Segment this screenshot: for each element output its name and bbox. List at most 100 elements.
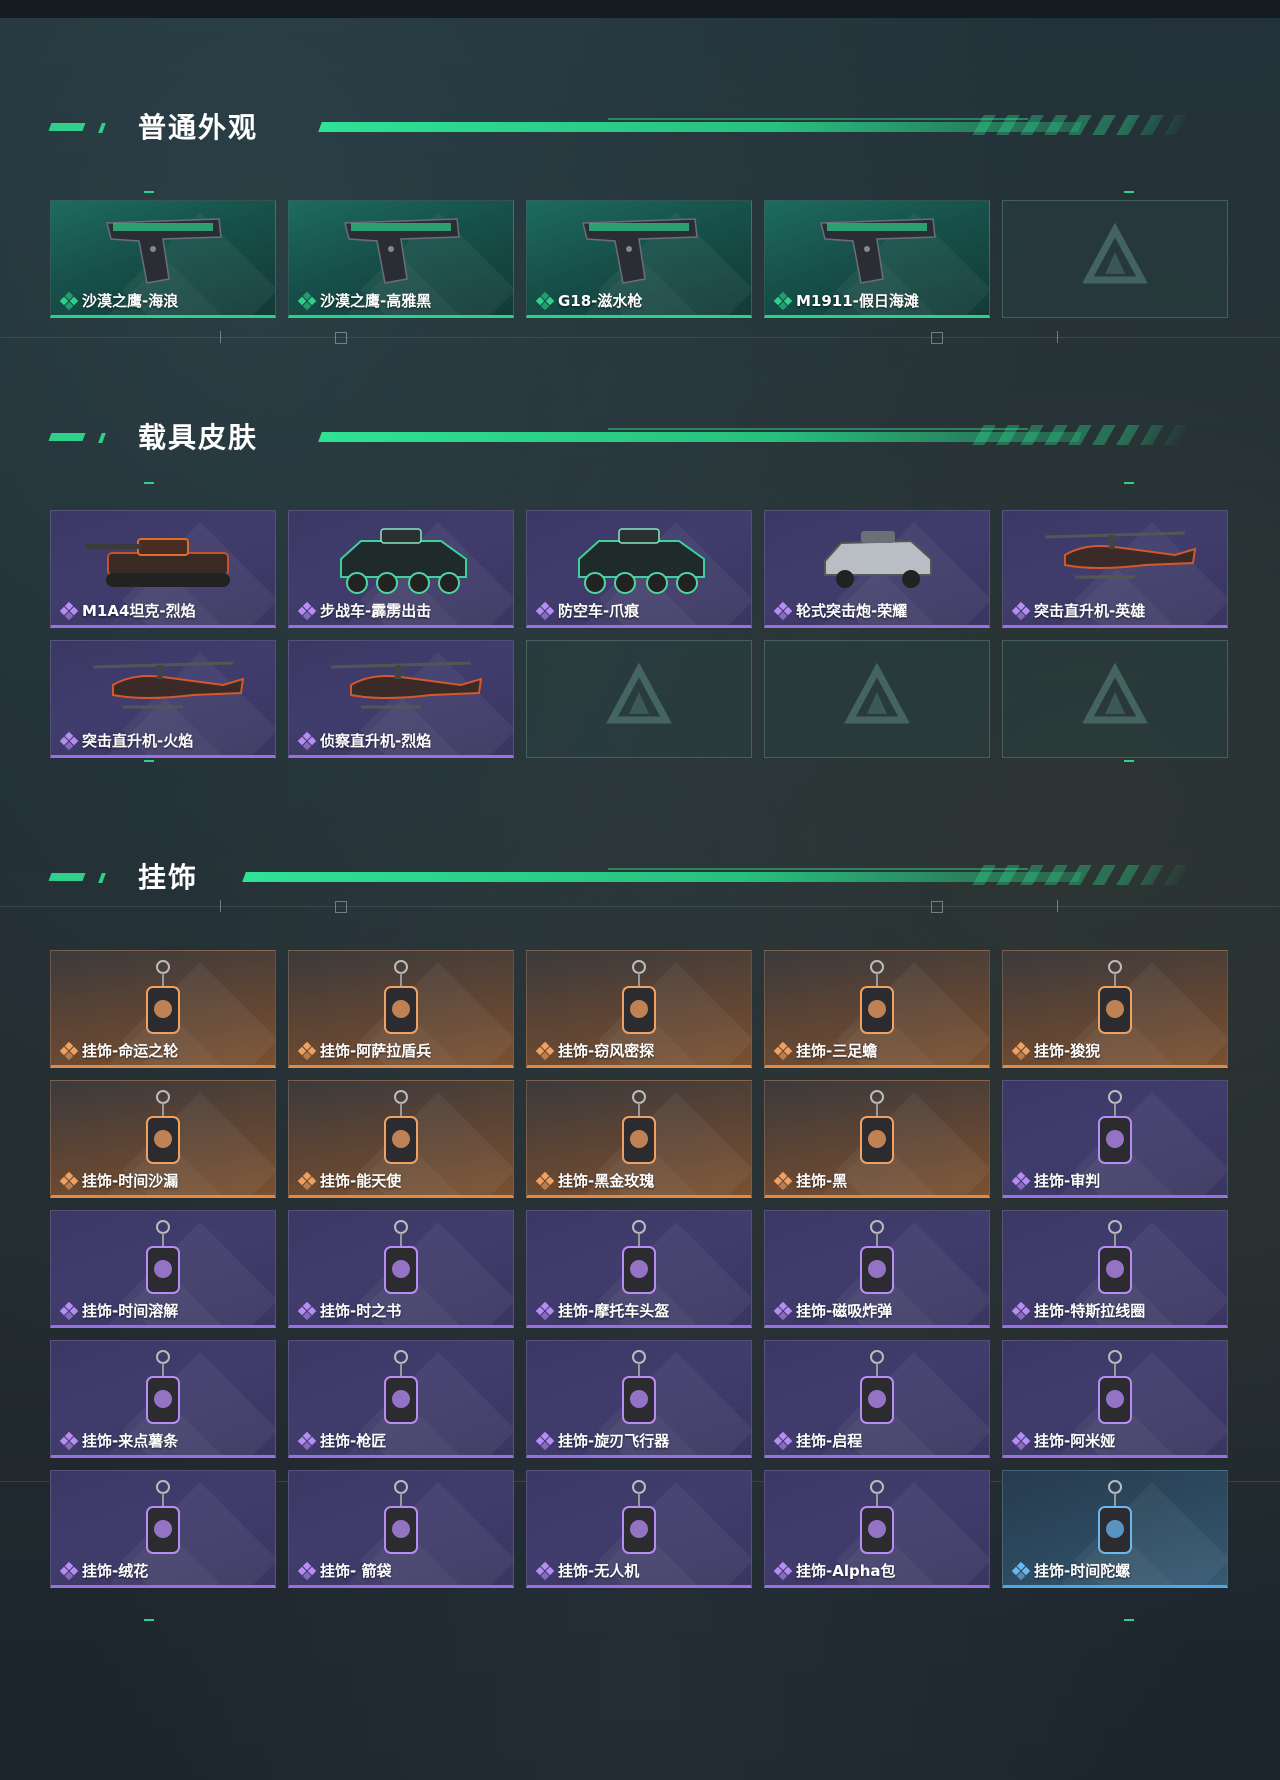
- item-card[interactable]: 挂饰- 箭袋: [288, 1470, 514, 1588]
- rarity-diamond-icon: [535, 1041, 555, 1060]
- item-card[interactable]: M1A4坦克-烈焰: [50, 510, 276, 628]
- item-card[interactable]: 沙漠之鹰-海浪: [50, 200, 276, 318]
- item-label-row: M1911-假日海滩: [773, 290, 919, 311]
- item-card[interactable]: 挂饰-黑: [764, 1080, 990, 1198]
- item-card[interactable]: 挂饰-摩托车头盔: [526, 1210, 752, 1328]
- item-label-row: 挂饰-时间溶解: [59, 1300, 178, 1321]
- item-name: 挂饰-黑金玫瑰: [558, 1172, 655, 1190]
- item-label-row: 挂饰-绒花: [59, 1560, 148, 1581]
- header-accent-bar: [98, 123, 106, 133]
- rarity-diamond-icon: [773, 1431, 793, 1450]
- corner-dash: [1124, 482, 1134, 484]
- divider-tick: [1057, 900, 1058, 912]
- item-card[interactable]: 挂饰-时之书: [288, 1210, 514, 1328]
- rarity-diamond-icon: [297, 731, 317, 750]
- item-card[interactable]: 挂饰-狻猊: [1002, 950, 1228, 1068]
- item-card[interactable]: 挂饰-能天使: [288, 1080, 514, 1198]
- item-card[interactable]: 轮式突击炮-荣耀: [764, 510, 990, 628]
- pistol-icon: [807, 209, 947, 293]
- charm-icon: [609, 1219, 669, 1309]
- item-card[interactable]: 突击直升机-英雄: [1002, 510, 1228, 628]
- item-label-row: 步战车-霹雳出击: [297, 600, 431, 621]
- empty-slot: [1002, 640, 1228, 758]
- item-card[interactable]: 挂饰-窃风密探: [526, 950, 752, 1068]
- rarity-diamond-icon: [535, 1301, 555, 1320]
- section-header-normal-skins: 普通外观: [48, 108, 1208, 148]
- item-card[interactable]: 突击直升机-火焰: [50, 640, 276, 758]
- item-card[interactable]: 挂饰-三足蟾: [764, 950, 990, 1068]
- corner-dash: [144, 1619, 154, 1621]
- pistol-icon: [93, 209, 233, 293]
- top-strip: [0, 0, 1280, 18]
- corner-dash: [144, 482, 154, 484]
- header-line: [318, 432, 1082, 442]
- divider-tick: [220, 900, 221, 912]
- item-card[interactable]: 挂饰-启程: [764, 1340, 990, 1458]
- item-card[interactable]: 防空车-爪痕: [526, 510, 752, 628]
- item-card[interactable]: 侦察直升机-烈焰: [288, 640, 514, 758]
- divider-box: [931, 332, 943, 344]
- item-card[interactable]: G18-滋水枪: [526, 200, 752, 318]
- item-card[interactable]: 挂饰-命运之轮: [50, 950, 276, 1068]
- charm-icon: [847, 1219, 907, 1309]
- charm-icon: [133, 1219, 193, 1309]
- item-name: 突击直升机-英雄: [1034, 602, 1146, 620]
- armored-car-icon: [807, 519, 947, 603]
- item-card[interactable]: 挂饰-黑金玫瑰: [526, 1080, 752, 1198]
- item-card[interactable]: 挂饰-绒花: [50, 1470, 276, 1588]
- item-name: 挂饰-命运之轮: [82, 1042, 179, 1060]
- item-card[interactable]: 挂饰-Alpha包: [764, 1470, 990, 1588]
- item-name: 挂饰-来点薯条: [82, 1432, 179, 1450]
- item-name: 挂饰-阿米娅: [1034, 1432, 1116, 1450]
- empty-slot: [526, 640, 752, 758]
- header-accent-bar: [98, 873, 106, 883]
- item-name: 侦察直升机-烈焰: [320, 732, 432, 750]
- empty-slot: [1002, 200, 1228, 318]
- charm-icon: [847, 1089, 907, 1179]
- charm-icon: [133, 1349, 193, 1439]
- header-line: [318, 122, 1082, 132]
- item-card[interactable]: 挂饰-枪匠: [288, 1340, 514, 1458]
- rarity-diamond-icon: [1011, 1561, 1031, 1580]
- helicopter-icon: [73, 649, 253, 733]
- armored-vehicle-icon: [321, 519, 481, 609]
- item-card[interactable]: M1911-假日海滩: [764, 200, 990, 318]
- item-card[interactable]: 挂饰-时间陀螺: [1002, 1470, 1228, 1588]
- item-card[interactable]: 挂饰-磁吸炸弹: [764, 1210, 990, 1328]
- item-card[interactable]: 挂饰-阿萨拉盾兵: [288, 950, 514, 1068]
- rarity-diamond-icon: [535, 291, 555, 310]
- item-label-row: 挂饰-命运之轮: [59, 1040, 179, 1061]
- corner-dash: [144, 760, 154, 762]
- item-label-row: 挂饰-时间沙漏: [59, 1170, 178, 1191]
- charm-icon: [1085, 1089, 1145, 1179]
- header-checker-pattern: [972, 425, 1194, 445]
- rarity-diamond-icon: [535, 1431, 555, 1450]
- item-card[interactable]: 挂饰-无人机: [526, 1470, 752, 1588]
- item-card[interactable]: 挂饰-旋刃飞行器: [526, 1340, 752, 1458]
- helicopter-icon: [311, 649, 491, 733]
- charm-icon: [371, 1479, 431, 1569]
- item-card[interactable]: 沙漠之鹰-高雅黑: [288, 200, 514, 318]
- item-name: 挂饰-时之书: [320, 1302, 402, 1320]
- divider-tick: [220, 331, 221, 343]
- item-card[interactable]: 挂饰-时间沙漏: [50, 1080, 276, 1198]
- item-card[interactable]: 挂饰-特斯拉线圈: [1002, 1210, 1228, 1328]
- armored-vehicle-icon: [559, 519, 719, 609]
- pistol-icon: [331, 209, 471, 293]
- item-name: 挂饰-枪匠: [320, 1432, 387, 1450]
- charm-icon: [847, 1479, 907, 1569]
- corner-dash: [1124, 760, 1134, 762]
- divider-box: [335, 332, 347, 344]
- item-card[interactable]: 步战车-霹雳出击: [288, 510, 514, 628]
- corner-dash: [144, 191, 154, 193]
- empty-slot: [764, 640, 990, 758]
- item-card[interactable]: 挂饰-阿米娅: [1002, 1340, 1228, 1458]
- item-card[interactable]: 挂饰-审判: [1002, 1080, 1228, 1198]
- item-card[interactable]: 挂饰-来点薯条: [50, 1340, 276, 1458]
- item-card[interactable]: 挂饰-时间溶解: [50, 1210, 276, 1328]
- item-label-row: G18-滋水枪: [535, 290, 642, 311]
- item-name: 挂饰-审判: [1034, 1172, 1101, 1190]
- item-label-row: 挂饰-能天使: [297, 1170, 401, 1191]
- section-title: 普通外观: [138, 111, 259, 144]
- rarity-diamond-icon: [1011, 1171, 1031, 1190]
